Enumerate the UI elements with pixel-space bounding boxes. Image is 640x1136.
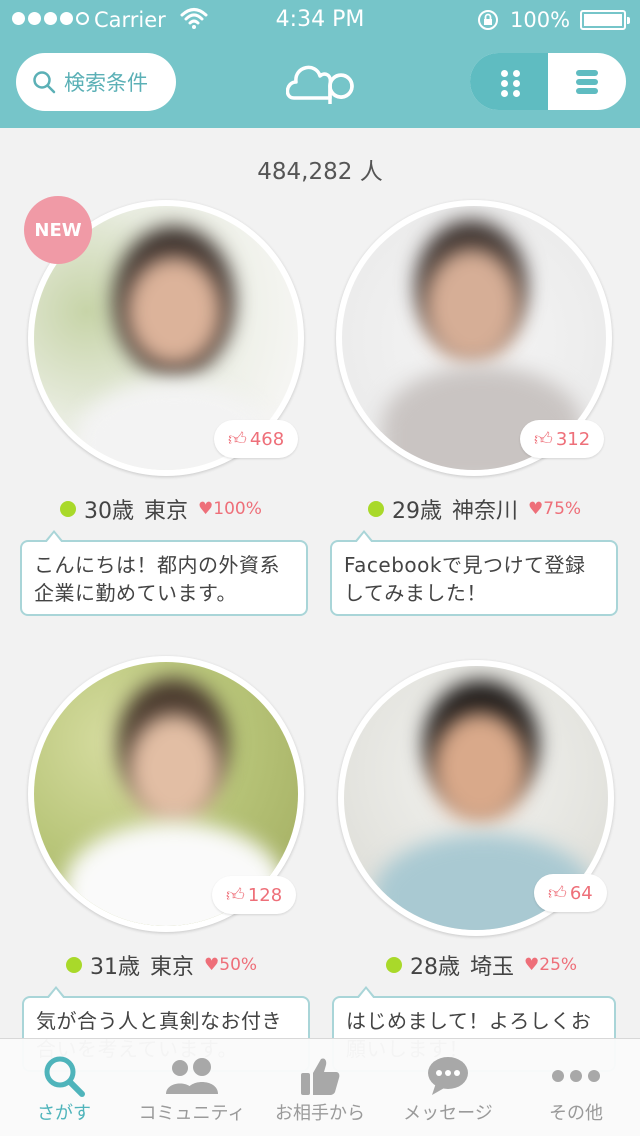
battery-percentage: 100% — [510, 8, 571, 32]
list-view-button[interactable] — [548, 53, 626, 110]
tab-label: コミュニティ — [138, 1103, 246, 1124]
profile-message: こんにちは！都内の外資系企業に勤めています。 — [20, 530, 308, 616]
search-conditions-button[interactable]: 検索条件 — [16, 53, 176, 111]
tab-search[interactable]: さがす — [0, 1039, 128, 1136]
profile-age: 31歳 — [90, 955, 140, 980]
profile-location: 埼玉 — [470, 955, 515, 980]
tab-label: メッセージ — [403, 1103, 493, 1124]
like-count-badge: 👍︎ 312 — [520, 420, 605, 458]
like-count: 312 — [555, 428, 591, 450]
profile-meta: 29歳 神奈川 ♥ 75% — [368, 494, 581, 524]
match-percentage: 50% — [219, 955, 258, 975]
pairs-logo-icon — [286, 65, 354, 104]
rotation-lock-icon — [478, 10, 498, 30]
tab-likes-received[interactable]: お相手から — [256, 1039, 384, 1136]
online-status-dot — [386, 957, 402, 973]
online-status-dot — [60, 501, 76, 517]
profile-card[interactable]: 👍︎ 128 31歳 東京 ♥ 50% 気が合う人と真剣なお付き合いを考えていま… — [22, 656, 320, 1072]
match-percentage: 25% — [539, 955, 578, 975]
like-count: 64 — [569, 882, 593, 904]
profile-card[interactable]: NEW 👍︎ 468 30歳 東京 ♥ 100% こんにちは！都内の外資系企業に… — [20, 196, 320, 620]
online-status-dot — [66, 957, 82, 973]
tab-label: さがす — [37, 1103, 91, 1124]
profile-card[interactable]: 👍︎ 64 28歳 埼玉 ♥ 25% はじめまして！よろしくお願いします！ — [332, 660, 630, 1072]
profile-meta: 30歳 東京 ♥ 100% — [60, 494, 262, 524]
tab-bar: さがす コミュニティ お相手から メッセージ その他 — [0, 1038, 640, 1136]
profile-message: Facebookで見つけて登録してみました！ — [330, 530, 618, 616]
thumbs-up-icon: 👍︎ — [226, 885, 245, 906]
profile-card[interactable]: 👍︎ 312 29歳 神奈川 ♥ 75% Facebookで見つけて登録してみま… — [330, 200, 628, 620]
profile-location: 東京 — [144, 499, 189, 524]
tab-community[interactable]: コミュニティ — [128, 1039, 256, 1136]
thumbs-up-icon: 👍︎ — [534, 429, 553, 450]
people-icon — [164, 1053, 220, 1099]
match-percentage: 100% — [213, 499, 262, 519]
like-count-badge: 👍︎ 468 — [214, 420, 299, 458]
new-badge: NEW — [24, 196, 92, 264]
results-count: 484,282 人 — [257, 159, 383, 185]
thumbs-up-icon: 👍︎ — [548, 883, 567, 904]
search-conditions-label: 検索条件 — [64, 71, 148, 95]
grid-icon — [501, 70, 521, 97]
more-dots-icon — [551, 1053, 601, 1099]
battery-icon — [580, 10, 630, 30]
search-icon — [33, 71, 56, 94]
profile-age: 30歳 — [84, 499, 134, 524]
tab-label: お相手から — [275, 1103, 365, 1124]
like-count-badge: 👍︎ 128 — [212, 876, 297, 914]
online-status-dot — [368, 501, 384, 517]
tab-messages[interactable]: メッセージ — [384, 1039, 512, 1136]
heart-icon: ♥ — [198, 499, 214, 519]
profile-meta: 28歳 埼玉 ♥ 25% — [386, 950, 577, 980]
like-count: 128 — [247, 884, 283, 906]
profile-location: 神奈川 — [452, 499, 519, 524]
app-header: Carrier 4:34 PM 100% 検索条件 — [0, 0, 640, 128]
tab-label: その他 — [549, 1103, 603, 1124]
heart-icon: ♥ — [524, 955, 540, 975]
tab-more[interactable]: その他 — [512, 1039, 640, 1136]
profile-meta: 31歳 東京 ♥ 50% — [66, 950, 257, 980]
grid-view-button[interactable] — [470, 53, 548, 110]
match-percentage: 75% — [543, 499, 582, 519]
search-icon — [42, 1053, 86, 1099]
heart-icon: ♥ — [528, 499, 544, 519]
view-mode-toggle — [470, 53, 626, 110]
status-bar: Carrier 4:34 PM 100% — [0, 0, 640, 40]
thumbs-up-icon: 👍︎ — [228, 429, 247, 450]
heart-icon: ♥ — [204, 955, 220, 975]
profile-age: 28歳 — [410, 955, 460, 980]
like-count-badge: 👍︎ 64 — [534, 874, 607, 912]
profile-age: 29歳 — [392, 499, 442, 524]
thumbs-up-icon — [299, 1053, 341, 1099]
profile-location: 東京 — [150, 955, 195, 980]
speech-bubble-icon — [426, 1053, 470, 1099]
like-count: 468 — [249, 428, 285, 450]
